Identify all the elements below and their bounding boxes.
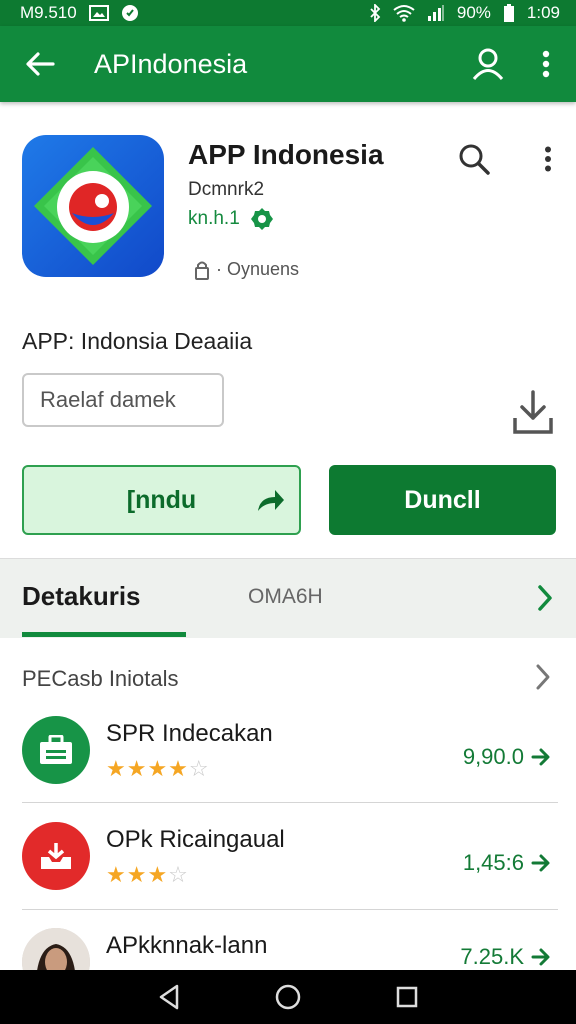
arrow-right-icon [530,946,552,968]
list-item-value: 7.25.K [460,944,524,969]
signal-icon [427,4,445,22]
nav-recents-button[interactable] [387,977,427,1017]
app-developer[interactable]: Dcmnrk2 [188,179,264,201]
nav-home-button[interactable] [268,977,308,1017]
triangle-back-icon [160,984,179,1010]
list-item[interactable]: SPR Indecakan ★★★★☆ 9,90.0 [0,710,576,815]
briefcase-icon [40,735,72,764]
primary-action-label: Duncll [404,485,481,514]
list-item-name: SPR Indecakan [106,720,273,747]
status-bar: M9.510 90% 1:09 [0,0,576,26]
arrow-right-icon [530,746,552,768]
more-vert-icon [545,146,551,172]
arrow-left-icon [26,52,55,76]
list-item-name: APkknnak-lann [106,932,268,959]
list-item[interactable]: OPk Ricaingaual ★★★☆ 1,45:6 [0,816,576,921]
share-arrow-icon [255,487,285,522]
rating-stars: ★★★☆ [106,862,189,887]
app-header: APP Indonesia Dcmnrk2 kn.h.1 · Oynuens [22,135,556,285]
app-rating-value: kn.h.1 [188,208,240,229]
header-more-button[interactable] [528,139,568,179]
search-icon [459,144,490,175]
app-logo [22,135,164,277]
app-subtitle: APP: Indonsia Deaaiia [22,328,253,354]
divider [22,802,558,803]
notification-icon [121,4,139,22]
chevron-right-icon [538,585,552,611]
overflow-menu-button[interactable] [526,44,566,84]
more-vert-icon [542,50,550,78]
battery-icon [503,4,515,22]
wifi-icon [393,4,415,22]
search-button[interactable] [454,139,494,179]
account-button[interactable] [468,44,508,84]
list-item-value: 1,45:6 [462,850,524,875]
app-bar-title: APIndonesia [94,48,248,79]
lock-icon [195,261,209,280]
tab-other[interactable]: OMA6H [248,585,323,609]
arrow-right-icon [530,852,552,874]
person-icon [472,48,504,80]
back-button[interactable] [20,44,60,84]
verified-badge-icon [250,208,273,230]
list-item-value: 9,90.0 [462,744,524,769]
app-name: APP Indonesia [188,139,384,170]
tab-details[interactable]: Detakuris [22,581,141,612]
list-item-icon [22,822,90,890]
nav-back-button[interactable] [149,977,189,1017]
secondary-action-label: [nndu [126,485,197,514]
rating-stars: ★★★★☆ [106,756,210,781]
inbox-icon [41,843,71,869]
tab-next-button[interactable] [530,581,560,615]
download-button[interactable] [508,386,558,438]
image-icon [88,5,109,21]
text-field-value: Raelaf damek [40,387,176,412]
app-permissions-label: · Oynuens [216,259,300,279]
app-bar: APIndonesia [0,26,576,102]
battery-percent: 90% [456,3,491,22]
secondary-action-button[interactable]: [nndu [22,465,301,535]
bluetooth-icon [369,4,381,22]
tab-bar: Detakuris OMA6H [0,558,576,638]
status-time: M9.510 [20,3,77,22]
section-more-button[interactable] [528,660,558,694]
square-recents-icon [396,986,417,1008]
text-field[interactable]: Raelaf damek [22,373,224,427]
system-nav-bar [0,970,576,1024]
download-icon [513,390,553,434]
status-clock: 1:09 [526,3,560,22]
chevron-right-icon [536,664,550,690]
app-permissions: · Oynuens [194,259,299,280]
section-title: PECasb Iniotals [22,666,179,691]
divider [22,909,558,910]
list-item-name: OPk Ricaingaual [106,826,285,853]
primary-action-button[interactable]: Duncll [329,465,556,535]
app-rating: kn.h.1 [188,207,274,231]
circle-home-icon [275,984,301,1010]
tab-indicator [22,632,186,637]
list-item-icon [22,716,90,784]
